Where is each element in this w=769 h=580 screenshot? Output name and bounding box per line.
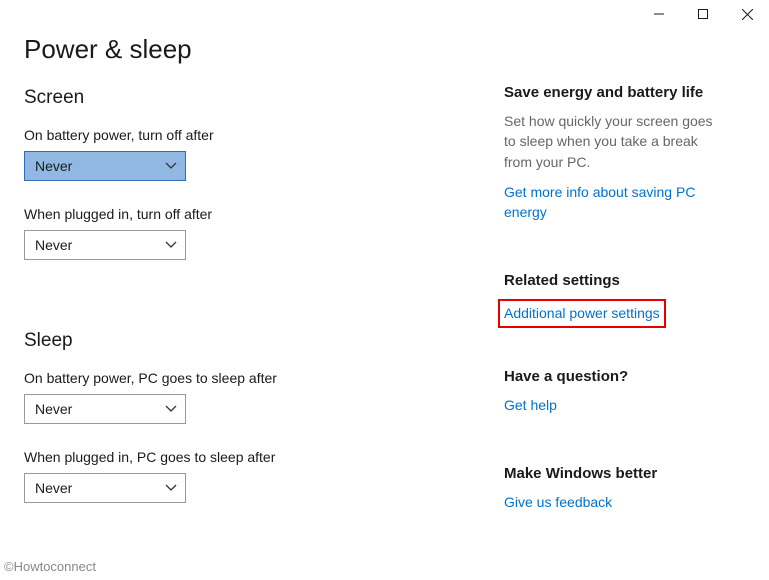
screen-plugged-select[interactable]: Never [24,230,186,260]
minimize-button[interactable] [637,0,681,28]
sleep-battery-value: Never [35,401,72,417]
screen-plugged-value: Never [35,237,72,253]
additional-power-settings-link[interactable]: Additional power settings [504,303,660,323]
energy-text: Set how quickly your screen goes to slee… [504,111,724,172]
chevron-down-icon [165,484,177,492]
sleep-plugged-select[interactable]: Never [24,473,186,503]
close-button[interactable] [725,0,769,28]
energy-heading: Save energy and battery life [504,84,724,101]
screen-battery-label: On battery power, turn off after [24,127,504,143]
get-help-link[interactable]: Get help [504,395,557,415]
energy-link[interactable]: Get more info about saving PC energy [504,182,724,223]
sleep-plugged-label: When plugged in, PC goes to sleep after [24,449,504,465]
screen-battery-select[interactable]: Never [24,151,186,181]
maximize-button[interactable] [681,0,725,28]
screen-heading: Screen [24,87,504,109]
additional-power-highlight: Additional power settings [498,299,666,327]
watermark: ©Howtoconnect [4,559,96,574]
sleep-plugged-value: Never [35,480,72,496]
related-heading: Related settings [504,272,724,289]
sleep-battery-label: On battery power, PC goes to sleep after [24,370,504,386]
sleep-battery-select[interactable]: Never [24,394,186,424]
screen-battery-value: Never [35,158,72,174]
screen-plugged-label: When plugged in, turn off after [24,206,504,222]
question-heading: Have a question? [504,368,724,385]
feedback-heading: Make Windows better [504,465,724,482]
chevron-down-icon [165,241,177,249]
give-feedback-link[interactable]: Give us feedback [504,492,612,512]
page-title: Power & sleep [24,34,504,65]
sleep-heading: Sleep [24,330,504,352]
chevron-down-icon [165,405,177,413]
chevron-down-icon [165,162,177,170]
window-controls [637,0,769,28]
